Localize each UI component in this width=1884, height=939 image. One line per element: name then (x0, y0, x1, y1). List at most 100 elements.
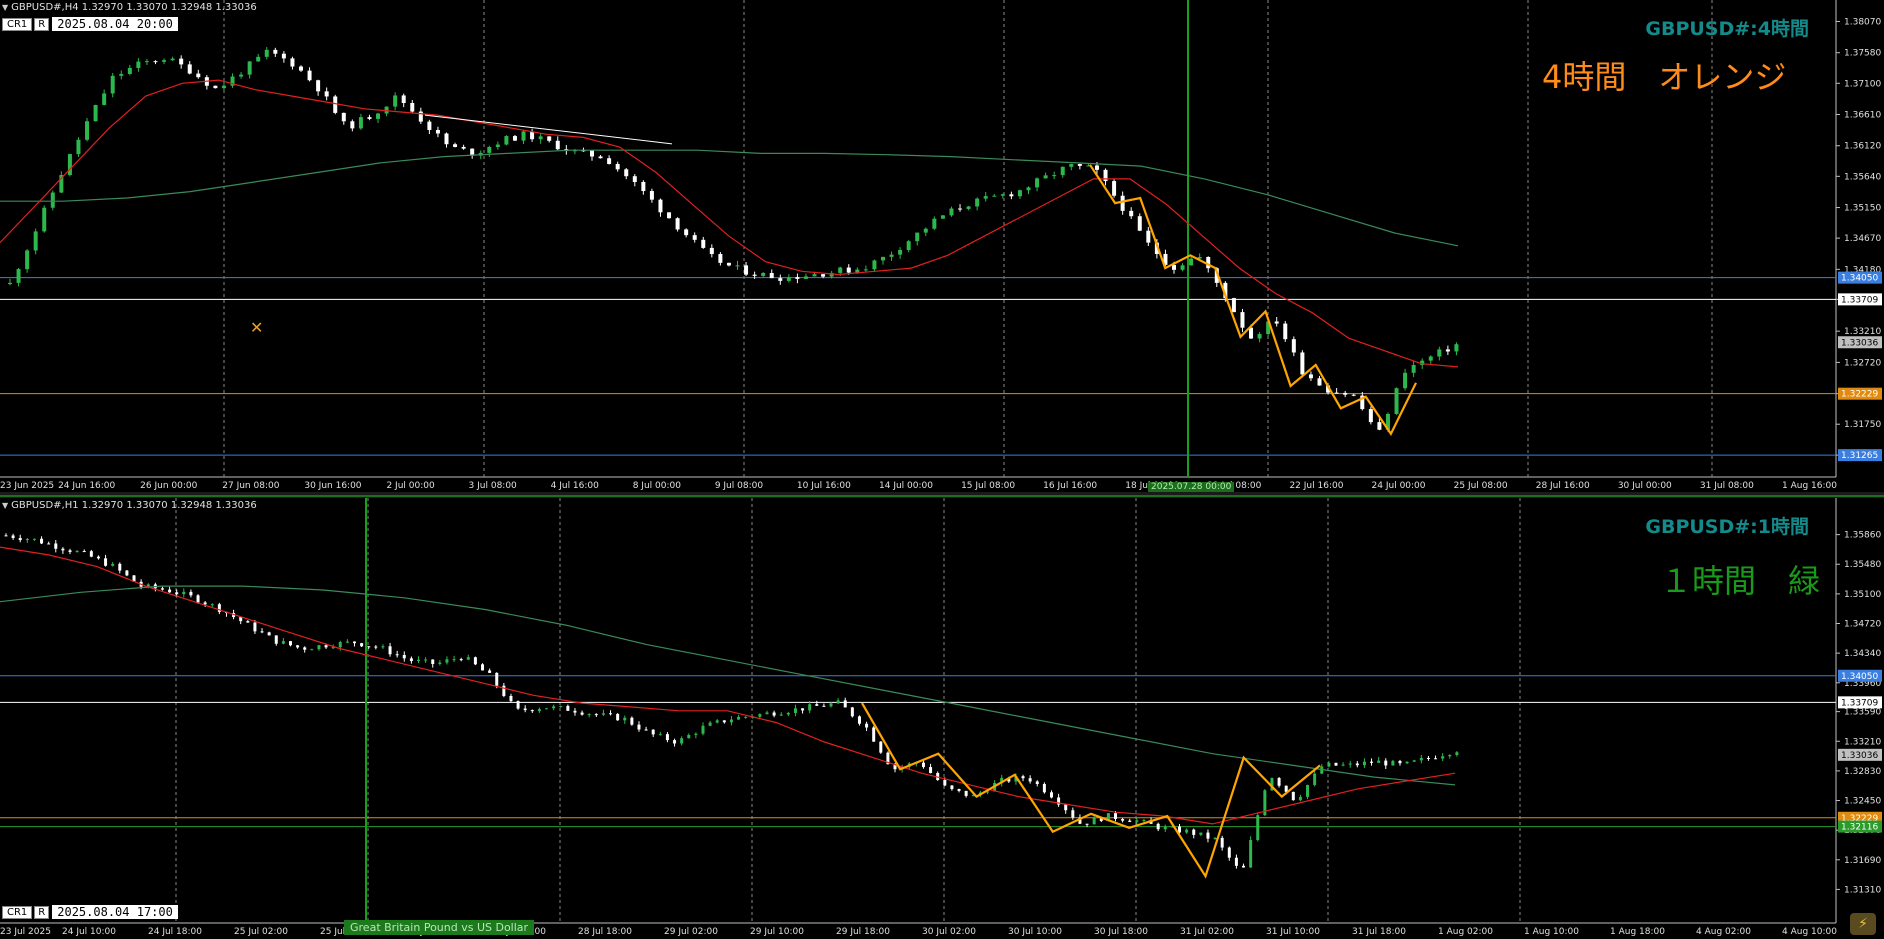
candle-body (1129, 210, 1134, 217)
candle-body (256, 56, 261, 62)
x-tick-label: 31 Jul 08:00 (1700, 481, 1754, 491)
candle-body (644, 729, 648, 731)
candle-body (1035, 178, 1040, 188)
y-tick-label: 1.33210 (1844, 737, 1881, 747)
candle-body (316, 80, 321, 92)
candle-body (667, 212, 672, 219)
candle-body (303, 647, 307, 650)
r-button[interactable]: R (34, 905, 50, 919)
h4-color-note: 4時間 オレンジ (1542, 58, 1787, 96)
y-tick-label: 1.35640 (1844, 172, 1881, 182)
h4-chart-pane[interactable]: 1.38070 1.37580 1.37100 1.36610 1.36120 1.356… (0, 0, 1884, 492)
candle-body (1135, 820, 1139, 822)
candle-body (1341, 764, 1345, 766)
candle-body (182, 591, 186, 595)
candle-body (203, 602, 207, 605)
candle-body (1180, 265, 1185, 270)
candle-body (609, 713, 613, 715)
x-tick-label: 31 Jul 02:00 (1180, 927, 1234, 937)
collapse-triangle-icon[interactable]: ▼ (2, 3, 8, 12)
candle-body (1351, 394, 1356, 396)
candle-body (692, 235, 697, 240)
candle-body (744, 716, 748, 718)
y-tick-label: 1.37100 (1844, 79, 1881, 89)
candle-body (445, 659, 449, 663)
candle-body (1092, 817, 1096, 825)
candle-body (264, 49, 269, 57)
x-tick-label: 31 Jul 18:00 (1352, 927, 1406, 937)
candle-body (1094, 165, 1099, 170)
h4-chart-title: GBPUSD#:4時間 (1645, 18, 1809, 40)
h4-datetime-label: 2025.08.04 20:00 (52, 17, 178, 31)
h1-chart-canvas[interactable]: 1.358601.354801.351001.347201.343401.339… (0, 498, 1884, 939)
candle-body (555, 140, 560, 150)
candle-body (624, 169, 629, 177)
candle-body (687, 734, 691, 739)
logo-icon: ⚡ (1850, 913, 1876, 935)
h1-chart-title: GBPUSD#:1時間 (1645, 516, 1809, 538)
candle-body (1428, 356, 1433, 361)
x-tick-label: 25 Jul 08:00 (1454, 481, 1508, 491)
candle-body (127, 67, 132, 74)
cr1-button[interactable]: CR1 (2, 17, 33, 31)
candle-body (523, 708, 527, 711)
x-tick-label: 28 Jul 16:00 (1536, 481, 1590, 491)
candle-body (1043, 175, 1048, 179)
candle-body (8, 282, 12, 285)
candle-body (1120, 195, 1125, 211)
price-marker-label: 1.32116 (1841, 823, 1878, 833)
candle-body (709, 247, 714, 255)
candle-body (641, 182, 646, 192)
candle-body (1441, 756, 1445, 759)
candle-body (487, 146, 492, 153)
candle-body (601, 713, 605, 715)
symbol-tooltip: Great Britain Pound vs US Dollar (344, 920, 535, 935)
candle-body (1121, 818, 1125, 821)
candle-body (68, 550, 72, 553)
candle-body (1394, 388, 1399, 414)
candle-body (247, 61, 252, 75)
candle-body (632, 176, 637, 183)
y-tick-label: 1.36120 (1844, 142, 1881, 152)
candle-body (438, 662, 442, 664)
candle-body (1060, 166, 1065, 176)
x-tick-label: 4 Aug 10:00 (1782, 927, 1837, 937)
candle-body (40, 538, 44, 544)
candle-body (393, 95, 398, 107)
candle-body (786, 712, 790, 715)
y-tick-label: 1.32450 (1844, 797, 1881, 807)
candle-body (983, 196, 988, 199)
candle-body (1256, 815, 1260, 841)
cr1-button[interactable]: CR1 (2, 905, 33, 919)
candle-body (846, 267, 851, 273)
candle-body (187, 64, 192, 74)
candle-body (367, 646, 371, 648)
price-marker-label: 1.33036 (1841, 338, 1878, 348)
candle-body (649, 191, 654, 200)
r-button[interactable]: R (34, 17, 50, 31)
candle-body (1049, 792, 1053, 798)
candle-body (616, 713, 620, 721)
candle-body (170, 58, 175, 61)
candle-body (1017, 190, 1022, 197)
candle-body (153, 61, 158, 63)
candle-body (11, 535, 15, 539)
candle-body (75, 551, 79, 553)
candle-body (929, 767, 933, 774)
y-tick-label: 1.31310 (1844, 885, 1881, 895)
candle-body (623, 717, 627, 721)
candle-body (25, 250, 30, 270)
crosshair-move-icon[interactable]: ✕ (250, 318, 263, 337)
candle-body (573, 710, 577, 713)
candle-body (1362, 761, 1366, 766)
collapse-triangle-icon[interactable]: ▼ (2, 501, 8, 510)
candle-body (815, 704, 819, 706)
candle-body (1042, 784, 1046, 793)
candle-body (1343, 392, 1348, 395)
candle-body (992, 195, 997, 197)
h1-chart-pane[interactable]: 1.35860 1.35480 1.35100 1.34720 1.34340 1.339… (0, 498, 1884, 939)
candle-body (473, 657, 477, 665)
candle-body (179, 58, 184, 65)
x-tick-label: 8 Jul 00:00 (633, 481, 682, 491)
candle-body (1128, 820, 1132, 822)
